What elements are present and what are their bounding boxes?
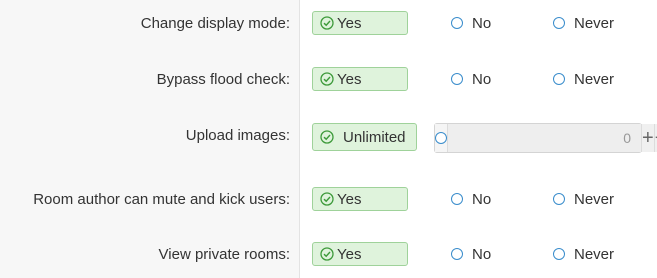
radio-icon — [451, 17, 463, 29]
setting-label: Room author can mute and kick users: — [33, 191, 290, 208]
option-label: Yes — [337, 190, 362, 208]
check-circle-icon — [320, 16, 334, 30]
setting-label: Bypass flood check: — [156, 71, 290, 88]
limit-number-input[interactable] — [448, 124, 641, 152]
setting-label: Upload images: — [185, 127, 290, 144]
limit-radio[interactable] — [435, 124, 448, 152]
option-label: Unlimited — [343, 128, 406, 146]
yes-option-selected[interactable]: Yes — [312, 242, 408, 266]
option-label: Yes — [337, 245, 362, 263]
option-label: Never — [574, 190, 615, 208]
never-option[interactable]: Never — [553, 242, 614, 266]
setting-row-room-author-mute-kick: Room author can mute and kick users: Yes… — [0, 187, 657, 213]
option-label: Yes — [337, 70, 362, 88]
setting-label: View private rooms: — [158, 246, 290, 263]
check-circle-icon — [320, 72, 334, 86]
option-label: Never — [574, 70, 615, 88]
unlimited-option-selected[interactable]: Unlimited — [312, 123, 417, 151]
check-circle-icon — [320, 192, 334, 206]
increment-button[interactable]: + — [641, 124, 654, 152]
option-label: No — [472, 14, 492, 32]
never-option[interactable]: Never — [553, 11, 614, 35]
never-option[interactable]: Never — [553, 67, 614, 91]
radio-icon — [553, 73, 565, 85]
radio-icon — [451, 73, 463, 85]
radio-icon — [553, 17, 565, 29]
setting-row-change-display-mode: Change display mode: Yes No Never — [0, 11, 657, 37]
option-label: Yes — [337, 14, 362, 32]
setting-row-upload-images: Upload images: Unlimited + − — [0, 123, 657, 153]
no-option[interactable]: No — [451, 242, 491, 266]
radio-icon — [435, 132, 447, 144]
option-label: Never — [574, 245, 615, 263]
radio-icon — [553, 248, 565, 260]
setting-row-view-private-rooms: View private rooms: Yes No Never — [0, 242, 657, 268]
check-circle-icon — [320, 130, 334, 144]
radio-icon — [451, 248, 463, 260]
option-label: Never — [574, 14, 615, 32]
option-label: No — [472, 190, 492, 208]
never-option[interactable]: Never — [553, 187, 614, 211]
yes-option-selected[interactable]: Yes — [312, 11, 408, 35]
yes-option-selected[interactable]: Yes — [312, 187, 408, 211]
option-label: No — [472, 70, 492, 88]
setting-row-bypass-flood-check: Bypass flood check: Yes No Never — [0, 67, 657, 93]
limit-number-group: + − — [434, 123, 657, 153]
setting-label: Change display mode: — [140, 15, 290, 32]
plus-icon: + — [642, 126, 654, 149]
yes-option-selected[interactable]: Yes — [312, 67, 408, 91]
no-option[interactable]: No — [451, 67, 491, 91]
option-label: No — [472, 245, 492, 263]
no-option[interactable]: No — [451, 187, 491, 211]
radio-icon — [553, 193, 565, 205]
check-circle-icon — [320, 247, 334, 261]
no-option[interactable]: No — [451, 11, 491, 35]
radio-icon — [451, 193, 463, 205]
